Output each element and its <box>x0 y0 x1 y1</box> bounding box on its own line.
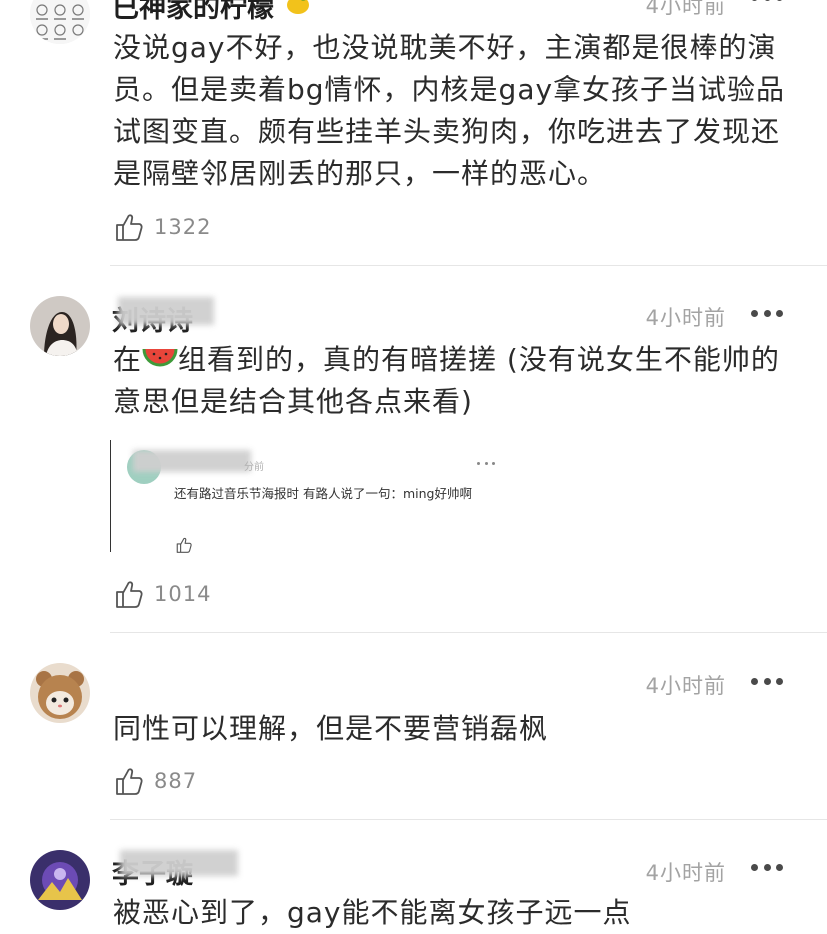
comment-text: 在 组看到的，真的有暗搓搓 (没有说女生不能帅的意思但是结合其他各点来看) <box>113 343 780 418</box>
like-count: 1014 <box>154 582 212 606</box>
comment-text: 没说gay不好，也没说耽美不好，主演都是很棒的演员。但是卖着bg情怀，内核是ga… <box>113 31 786 190</box>
divider <box>110 632 827 633</box>
reply-username-blur <box>133 450 251 472</box>
more-options-icon[interactable] <box>751 862 783 872</box>
lemon-icon <box>287 0 310 14</box>
comment-time: 4小时前 <box>645 0 726 18</box>
like-button[interactable]: 1014 <box>113 578 211 610</box>
username[interactable]: 已神家的柠檬 <box>112 0 313 25</box>
comment-time: 4小时前 <box>645 674 726 698</box>
reply-box: 分前 还有路过音乐节海报时 有路人说了一句：ming好帅啊 <box>110 440 511 554</box>
comment-time: 4小时前 <box>645 861 726 885</box>
avatar[interactable] <box>30 663 90 723</box>
reply-more-icon[interactable] <box>477 462 495 466</box>
sticker-grid-icon <box>30 0 90 44</box>
divider <box>110 265 827 266</box>
like-count: 887 <box>154 769 198 793</box>
comment-text: 被恶心到了，gay能不能离女孩子远一点 <box>113 896 632 929</box>
reply-time: 分前 <box>244 462 264 473</box>
more-options-icon[interactable] <box>751 308 783 318</box>
divider <box>110 819 827 820</box>
comment-time: 4小时前 <box>645 306 726 330</box>
thumbs-up-icon <box>116 214 143 241</box>
like-count: 1322 <box>154 215 212 239</box>
reply-text: 还有路过音乐节海报时 有路人说了一句：ming好帅啊 <box>174 486 472 501</box>
avatar[interactable] <box>30 850 90 910</box>
watermelon-icon <box>142 348 178 367</box>
avatar[interactable] <box>30 0 90 44</box>
portrait-woman-icon <box>30 296 90 356</box>
avatar[interactable] <box>30 296 90 356</box>
username-blur <box>120 850 238 876</box>
more-options-icon[interactable] <box>751 676 783 686</box>
thumbs-up-icon[interactable] <box>175 536 193 554</box>
bear-costume-cat-icon <box>30 663 90 723</box>
username-blur <box>118 297 214 325</box>
like-button[interactable]: 887 <box>113 765 197 797</box>
comment-text: 同性可以理解，但是不要营销磊枫 <box>113 712 549 745</box>
like-button[interactable]: 1322 <box>113 211 211 243</box>
more-options-icon[interactable] <box>751 0 783 2</box>
purple-character-icon <box>30 850 90 910</box>
thumbs-up-icon <box>116 581 143 608</box>
thumbs-up-icon <box>116 768 143 795</box>
